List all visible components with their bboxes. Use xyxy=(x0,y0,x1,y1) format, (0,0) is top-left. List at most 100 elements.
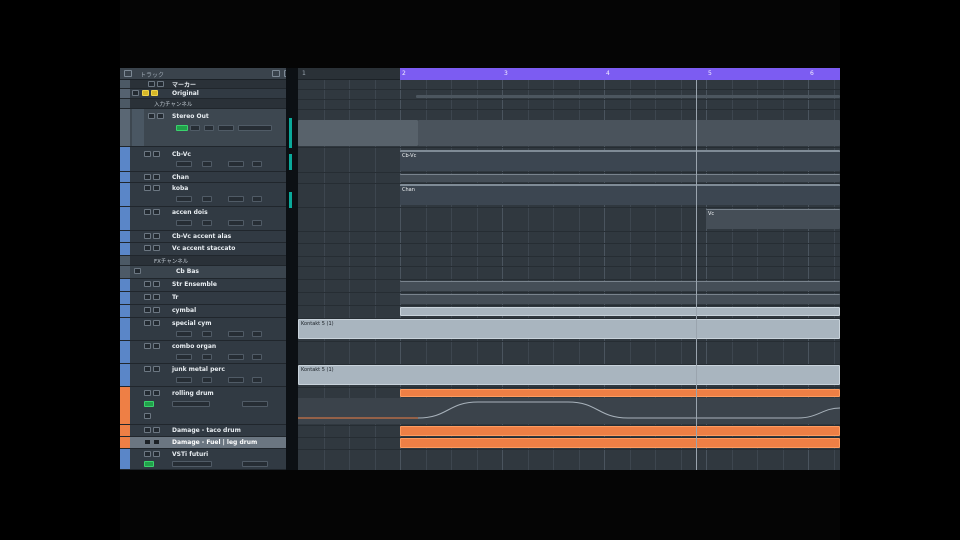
original-range-bar[interactable] xyxy=(416,95,840,98)
track-row-cymbal[interactable]: cymbal xyxy=(120,305,298,318)
stereo-out-pre-lane[interactable] xyxy=(298,120,418,146)
track-slot[interactable] xyxy=(176,354,192,360)
solo-button[interactable] xyxy=(153,427,160,433)
edit-button[interactable] xyxy=(218,125,234,131)
track-slot[interactable] xyxy=(252,220,262,226)
solo-button[interactable] xyxy=(157,81,164,87)
solo-button[interactable] xyxy=(153,233,160,239)
track-slot[interactable] xyxy=(202,377,212,383)
clip-tr[interactable] xyxy=(400,294,840,304)
track-slot[interactable] xyxy=(252,161,262,167)
track-row-stereo-out[interactable]: Stereo Out xyxy=(120,109,298,147)
timeline-ruler[interactable]: 2 3 4 5 6 xyxy=(400,68,840,80)
track-slot[interactable] xyxy=(228,331,244,337)
playhead-cursor[interactable] xyxy=(696,80,697,470)
instrument-slot[interactable] xyxy=(172,461,212,467)
clip-special-cym[interactable]: Kontakt 5 (1) xyxy=(298,319,840,339)
write-button[interactable] xyxy=(204,125,214,131)
expand-icon[interactable] xyxy=(132,90,139,96)
track-slot[interactable] xyxy=(202,220,212,226)
mute-button[interactable] xyxy=(144,233,151,239)
arrange-window[interactable]: 1 2 3 4 5 6 Cb-Vc Chan Vc Kontakt 5 (1) … xyxy=(298,68,840,470)
track-slot[interactable] xyxy=(202,161,212,167)
solo-button[interactable] xyxy=(153,343,160,349)
mute-button[interactable] xyxy=(144,439,151,445)
track-row-cb-vc-accent-alas[interactable]: Cb-Vc accent alas xyxy=(120,231,298,243)
power-button[interactable] xyxy=(176,125,188,131)
track-slot[interactable] xyxy=(228,196,244,202)
track-row-koba[interactable]: koba xyxy=(120,183,298,207)
track-row-damage-fuel-leg-drum[interactable]: Damage - Fuel | leg drum xyxy=(120,437,298,449)
solo-button[interactable] xyxy=(153,390,160,396)
solo-button[interactable] xyxy=(153,320,160,326)
solo-button[interactable] xyxy=(157,113,164,119)
power-button[interactable] xyxy=(144,461,154,467)
instrument-edit[interactable] xyxy=(242,461,268,467)
track-slot[interactable] xyxy=(228,354,244,360)
solo-button[interactable] xyxy=(153,451,160,457)
clip-accen-dois[interactable]: Vc xyxy=(706,209,840,229)
ruler-pre-roll[interactable]: 1 xyxy=(298,68,400,80)
track-list-icon[interactable] xyxy=(124,70,132,77)
mute-button[interactable] xyxy=(144,307,151,313)
mute-button[interactable] xyxy=(144,245,151,251)
mute-button[interactable] xyxy=(144,366,151,372)
track-slot[interactable] xyxy=(176,161,192,167)
mute-button[interactable] xyxy=(148,81,155,87)
track-slot[interactable] xyxy=(202,196,212,202)
track-slot[interactable] xyxy=(228,377,244,383)
track-row-damage-taco-drum[interactable]: Damage - taco drum xyxy=(120,425,298,437)
track-row-original[interactable]: Original xyxy=(120,89,298,99)
track-row-tr[interactable]: Tr xyxy=(120,292,298,305)
mute-button[interactable] xyxy=(144,174,151,180)
clip-damage-fuel-leg-drum[interactable] xyxy=(400,438,840,448)
clip-rolling-drum[interactable] xyxy=(400,389,840,397)
track-slot[interactable] xyxy=(176,331,192,337)
clip-cymbal[interactable] xyxy=(400,307,840,316)
read-button[interactable] xyxy=(190,125,200,131)
track-slot[interactable] xyxy=(176,377,192,383)
solo-button[interactable] xyxy=(153,294,160,300)
clip-damage-taco-drum[interactable] xyxy=(400,426,840,436)
track-row-fx-channels[interactable]: FXチャンネル xyxy=(120,256,298,266)
automation-curve[interactable] xyxy=(298,398,840,424)
track-slot[interactable] xyxy=(202,354,212,360)
track-row-marker[interactable]: マーカー xyxy=(120,80,298,89)
mute-button[interactable] xyxy=(148,113,155,119)
track-row-chan[interactable]: Chan xyxy=(120,172,298,183)
solo-button[interactable] xyxy=(153,366,160,372)
track-slot[interactable] xyxy=(176,196,192,202)
track-row-junk-metal-perc[interactable]: junk metal perc xyxy=(120,364,298,387)
track-row-special-cym[interactable]: special cym xyxy=(120,318,298,341)
expand-icon[interactable] xyxy=(134,268,141,274)
track-row-vc-accent-staccato[interactable]: Vc accent staccato xyxy=(120,243,298,256)
clip-junk-metal-perc[interactable]: Kontakt 5 (1) xyxy=(298,365,840,385)
automation-value[interactable] xyxy=(242,401,268,407)
mute-button[interactable] xyxy=(144,320,151,326)
track-slot[interactable] xyxy=(202,331,212,337)
track-row-accen-dois[interactable]: accen dois xyxy=(120,207,298,231)
solo-button[interactable] xyxy=(153,307,160,313)
mute-button[interactable] xyxy=(144,209,151,215)
solo-button[interactable] xyxy=(153,245,160,251)
track-row-input-channels[interactable]: 入力チャンネル xyxy=(120,99,298,109)
clip-chan[interactable] xyxy=(400,174,840,182)
track-list-divider[interactable] xyxy=(286,68,298,470)
mute-button[interactable] xyxy=(144,451,151,457)
solo-button[interactable] xyxy=(153,174,160,180)
power-button[interactable] xyxy=(144,401,154,407)
monitor-button[interactable] xyxy=(142,90,149,96)
track-slot[interactable] xyxy=(176,220,192,226)
solo-button[interactable] xyxy=(153,209,160,215)
record-button[interactable] xyxy=(151,90,158,96)
clip-cb-vc[interactable]: Cb-Vc xyxy=(400,150,840,171)
clip-koba[interactable]: Chan xyxy=(400,184,840,205)
track-row-rolling-drum[interactable]: rolling drum xyxy=(120,387,298,425)
track-row-str-ensemble[interactable]: Str Ensemble xyxy=(120,279,298,292)
track-slot[interactable] xyxy=(228,161,244,167)
output-selector[interactable] xyxy=(238,125,272,131)
solo-button[interactable] xyxy=(153,281,160,287)
mute-button[interactable] xyxy=(144,151,151,157)
automation-parameter[interactable] xyxy=(172,401,210,407)
stereo-out-lane[interactable] xyxy=(418,120,840,146)
